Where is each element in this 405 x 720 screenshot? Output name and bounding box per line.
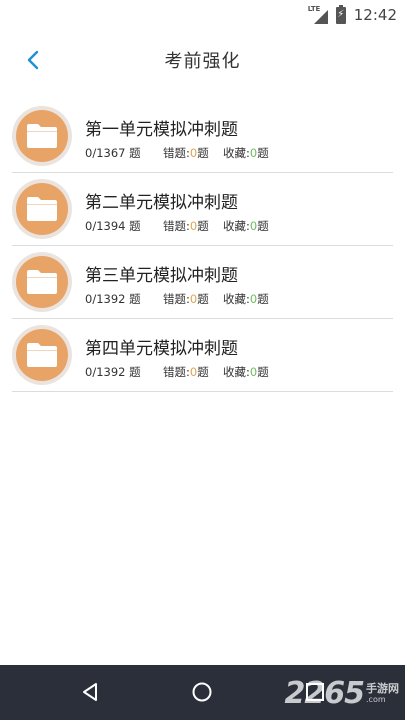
list-item-unit-4[interactable]: 第四单元模拟冲刺题 0/1392 题 错题:0题 收藏:0题 — [12, 319, 393, 392]
item-title: 第三单元模拟冲刺题 — [85, 266, 238, 286]
status-time: 12:42 — [353, 6, 397, 24]
status-icons: LTE ⚡ 12:42 — [308, 4, 397, 26]
progress-count: 0/1392 题 — [85, 292, 141, 306]
favorite-stat: 收藏:0题 — [223, 292, 269, 306]
item-meta: 0/1394 题 错题:0题 收藏:0题 — [85, 218, 269, 234]
page-title: 考前强化 — [164, 51, 241, 72]
folder-avatar — [12, 252, 72, 312]
folder-avatar — [12, 179, 72, 239]
favorite-stat: 收藏:0题 — [223, 365, 269, 379]
folder-avatar — [12, 106, 72, 166]
list-item-unit-3[interactable]: 第三单元模拟冲刺题 0/1392 题 错题:0题 收藏:0题 — [12, 246, 393, 319]
item-title: 第二单元模拟冲刺题 — [85, 193, 238, 213]
battery-icon: ⚡ — [335, 4, 346, 24]
item-meta: 0/1392 题 错题:0题 收藏:0题 — [85, 364, 269, 380]
wrong-stat: 错题:0题 — [163, 292, 209, 306]
favorite-stat: 收藏:0题 — [223, 146, 269, 160]
unit-list: 第一单元模拟冲刺题 0/1367 题 错题:0题 收藏:0题 第二单元模拟冲刺题… — [12, 100, 393, 392]
wrong-stat: 错题:0题 — [163, 365, 209, 379]
list-item-unit-2[interactable]: 第二单元模拟冲刺题 0/1394 题 错题:0题 收藏:0题 — [12, 173, 393, 246]
item-title: 第四单元模拟冲刺题 — [85, 339, 238, 359]
item-meta: 0/1392 题 错题:0题 收藏:0题 — [85, 291, 269, 307]
item-meta: 0/1367 题 错题:0题 收藏:0题 — [85, 145, 269, 161]
folder-avatar — [12, 325, 72, 385]
folder-icon — [27, 343, 57, 367]
navigation-bar: 2265 手游网 .com — [0, 665, 405, 720]
wrong-stat: 错题:0题 — [163, 219, 209, 233]
watermark-logo: 2265 手游网 .com — [284, 675, 400, 711]
progress-count: 0/1392 题 — [85, 365, 141, 379]
signal-icon: LTE — [308, 5, 328, 24]
wrong-stat: 错题:0题 — [163, 146, 209, 160]
status-bar: LTE ⚡ 12:42 — [0, 0, 405, 30]
progress-count: 0/1367 题 — [85, 146, 141, 160]
folder-icon — [27, 270, 57, 294]
folder-icon — [27, 124, 57, 148]
list-item-unit-1[interactable]: 第一单元模拟冲刺题 0/1367 题 错题:0题 收藏:0题 — [12, 100, 393, 173]
favorite-stat: 收藏:0题 — [223, 219, 269, 233]
folder-icon — [27, 197, 57, 221]
triangle-back-icon[interactable] — [79, 681, 101, 703]
progress-count: 0/1394 题 — [85, 219, 141, 233]
charging-icon: ⚡ — [337, 8, 345, 20]
item-title: 第一单元模拟冲刺题 — [85, 120, 238, 140]
app-header: 考前强化 — [0, 30, 405, 90]
circle-home-icon[interactable] — [191, 681, 213, 703]
